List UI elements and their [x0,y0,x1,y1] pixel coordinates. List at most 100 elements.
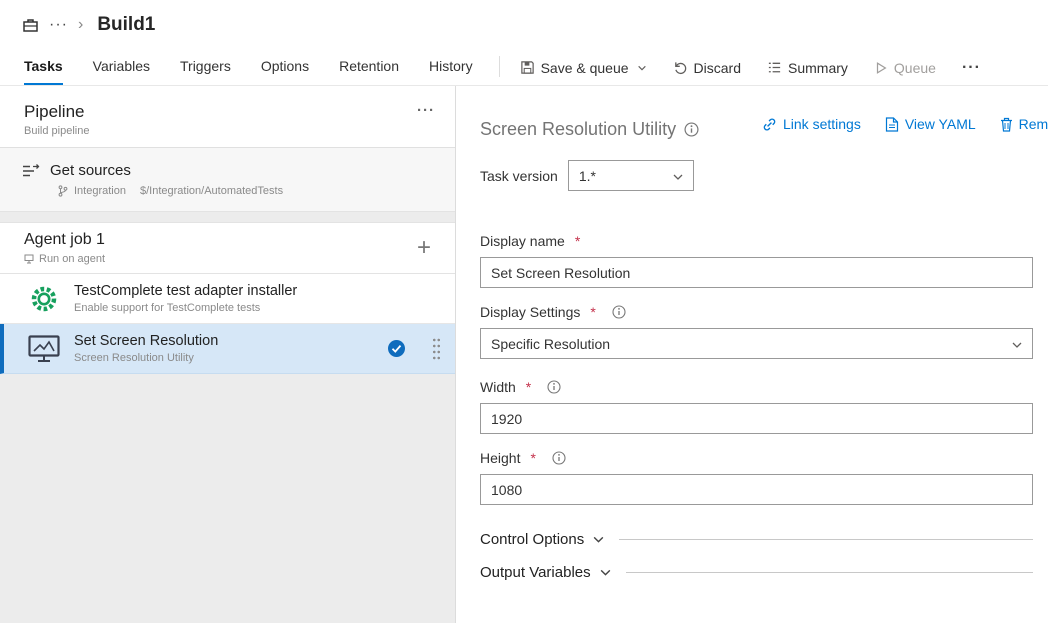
task-version-label: Task version [480,168,558,184]
pipeline-more-button[interactable]: ··· [417,102,435,119]
height-label: Height [480,450,520,466]
queue-button[interactable]: Queue [874,60,936,76]
agent-job-item[interactable]: Agent job 1 Run on agent + [0,222,455,274]
project-icon[interactable] [22,17,39,33]
summary-button[interactable]: Summary [767,60,848,76]
info-icon[interactable] [547,380,561,394]
source-path-label: $/Integration/AutomatedTests [140,185,283,197]
task-subtitle: Screen Resolution Utility [74,352,218,364]
testcomplete-gear-icon [28,284,60,314]
pipeline-panel: Pipeline Build pipeline ··· Get sources … [0,86,456,623]
breadcrumb-chevron-icon: › [78,16,83,34]
task-subtitle: Enable support for TestComplete tests [74,302,297,314]
task-title: Set Screen Resolution [74,333,218,349]
build-editor-window: ··· › Build1 Tasks Variables Triggers Op… [0,0,1048,623]
task-item-testcomplete-installer[interactable]: TestComplete test adapter installer Enab… [0,274,455,324]
width-input[interactable] [480,403,1033,434]
pipeline-subtitle: Build pipeline [24,125,89,137]
command-bar: Tasks Variables Triggers Options Retenti… [0,50,1048,86]
tab-tasks[interactable]: Tasks [24,50,63,85]
agent-job-title: Agent job 1 [24,231,105,249]
link-settings-label: Link settings [783,116,861,132]
selected-check-icon [387,339,406,358]
page-title: Build1 [97,14,155,36]
toolbar-more-button[interactable]: ··· [962,59,981,77]
remove-label: Remove [1019,116,1048,132]
task-version-select[interactable]: 1.* [568,160,694,191]
pipeline-header: Pipeline Build pipeline ··· [0,86,455,148]
display-name-label: Display name [480,233,565,249]
tab-history[interactable]: History [429,50,473,85]
main-area: Pipeline Build pipeline ··· Get sources … [0,86,1048,623]
height-input[interactable] [480,474,1033,505]
required-mark: * [575,233,580,249]
display-settings-label: Display Settings [480,304,580,320]
task-version-value: 1.* [579,168,596,184]
chevron-down-icon [592,533,605,546]
chevron-down-icon [672,170,684,186]
discard-label: Discard [694,60,741,76]
section-divider [626,572,1033,573]
required-mark: * [590,304,595,320]
chevron-down-icon [1011,338,1023,354]
add-task-button[interactable]: + [409,234,439,262]
info-icon[interactable] [552,451,566,465]
save-icon [520,60,535,75]
get-sources-title: Get sources [50,162,131,179]
top-header: ··· › Build1 [0,0,1048,50]
branch-icon [58,185,68,197]
chevron-down-icon [599,566,612,579]
summary-icon [767,60,782,75]
trash-icon [1000,117,1013,132]
view-yaml-label: View YAML [905,116,976,132]
discard-button[interactable]: Discard [673,60,741,76]
queue-label: Queue [894,60,936,76]
task-detail-links: Link settings View YAML Remove [762,116,1048,132]
width-label: Width [480,379,516,395]
output-variables-label: Output Variables [480,564,591,581]
breadcrumb-more-button[interactable]: ··· [49,16,68,34]
required-mark: * [526,379,531,395]
tab-retention[interactable]: Retention [339,50,399,85]
agent-job-subtitle: Run on agent [39,253,105,265]
display-name-input[interactable] [480,257,1033,288]
queue-play-icon [874,61,888,75]
tab-options[interactable]: Options [261,50,309,85]
tab-variables[interactable]: Variables [93,50,150,85]
task-detail-title: Screen Resolution Utility [480,119,676,140]
monitor-icon [28,335,60,363]
task-item-set-screen-resolution[interactable]: Set Screen Resolution Screen Resolution … [0,324,455,374]
control-options-label: Control Options [480,531,584,548]
task-list-empty-area [0,374,455,623]
display-settings-value: Specific Resolution [491,336,610,352]
control-options-section[interactable]: Control Options [480,531,1033,548]
section-divider [619,539,1033,540]
link-icon [762,117,777,132]
save-and-queue-button[interactable]: Save & queue [520,60,647,76]
tab-triggers[interactable]: Triggers [180,50,231,85]
tab-strip: Tasks Variables Triggers Options Retenti… [24,50,473,85]
summary-label: Summary [788,60,848,76]
required-mark: * [530,450,535,466]
output-variables-section[interactable]: Output Variables [480,564,1033,581]
save-and-queue-label: Save & queue [541,60,629,76]
info-icon[interactable] [612,305,626,319]
info-icon[interactable] [684,122,699,137]
panel-gap [0,212,455,222]
display-settings-select[interactable]: Specific Resolution [480,328,1033,359]
toolbar: Save & queue Discard Summary [520,50,981,85]
toolbar-divider [499,56,500,77]
drag-handle[interactable] [432,336,441,362]
view-yaml-button[interactable]: View YAML [885,116,976,132]
task-title: TestComplete test adapter installer [74,283,297,299]
chevron-down-icon [637,63,647,73]
pipeline-title: Pipeline [24,102,89,122]
document-icon [885,117,899,132]
remove-button[interactable]: Remove [1000,116,1048,132]
link-settings-button[interactable]: Link settings [762,116,861,132]
get-sources-icon [22,164,40,178]
agent-icon [24,254,34,264]
discard-icon [673,60,688,75]
task-detail-panel: Screen Resolution Utility Link settings [456,86,1048,623]
get-sources-item[interactable]: Get sources Integration $/Integration/Au… [0,148,455,212]
